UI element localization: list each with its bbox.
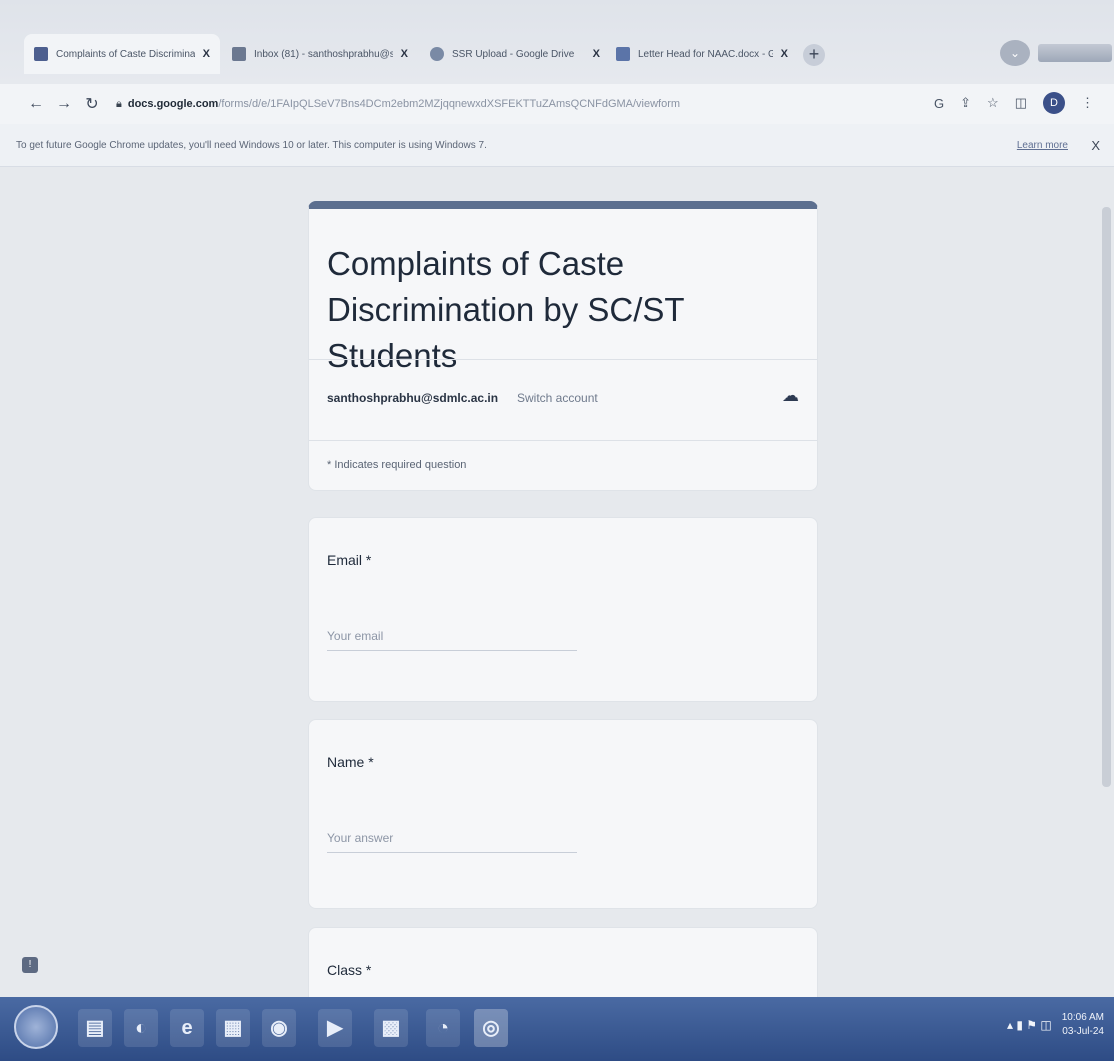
tab-gmail-inbox[interactable]: Inbox (81) - santhoshprabhu@s X — [222, 34, 418, 74]
url-host: docs.google.com — [127, 98, 219, 110]
new-tab-button[interactable]: + — [803, 44, 825, 66]
tab-letter-head-doc[interactable]: Letter Head for NAAC.docx - Go X — [606, 34, 798, 74]
required-marker: * — [365, 552, 372, 568]
required-marker: * — [365, 962, 372, 978]
question-email-card: Email * — [308, 517, 818, 702]
excel-icon[interactable]: ▩ — [374, 1009, 408, 1047]
tab-label: Inbox (81) - santhoshprabhu@s — [254, 48, 393, 60]
tab-close-icon[interactable]: X — [203, 48, 210, 60]
required-marker: * — [368, 754, 374, 770]
question-title: Class — [327, 962, 363, 978]
media-player-icon[interactable]: ▶ — [318, 1009, 352, 1047]
page-scrollbar[interactable] — [1102, 207, 1111, 787]
address-bar[interactable]: 🔒︎ docs.google.com/forms/d/e/1FAIpQLSeV7… — [116, 98, 936, 111]
switch-account-link[interactable]: Switch account — [517, 391, 598, 405]
google-docs-icon — [616, 47, 630, 61]
update-infobar: To get future Google Chrome updates, you… — [0, 124, 1114, 167]
tab-label: Complaints of Caste Discriminati — [56, 48, 195, 60]
question-class-card: Class * — [308, 927, 818, 997]
name-input[interactable] — [327, 824, 577, 853]
tab-search-icon[interactable]: ⌄ — [1000, 40, 1030, 66]
feedback-icon[interactable]: ! — [22, 957, 38, 973]
question-label: Email * — [327, 552, 371, 568]
google-lens-icon[interactable]: G — [934, 96, 944, 111]
internet-explorer-icon[interactable]: e — [170, 1009, 204, 1047]
system-tray: ▴ ▮ ⚑ ◫ 10:06 AM 03-Jul-24 — [1007, 1011, 1104, 1039]
learn-more-link[interactable]: Learn more — [1017, 140, 1068, 151]
clock-time: 10:06 AM — [1061, 1012, 1104, 1023]
media-player-icon[interactable]: ◐ — [124, 1009, 158, 1047]
browser-tab-strip: Complaints of Caste Discriminati X Inbox… — [0, 0, 1114, 84]
reload-icon[interactable]: ↻ — [78, 94, 106, 114]
tab-close-icon[interactable]: X — [401, 48, 408, 60]
infobar-message: To get future Google Chrome updates, you… — [16, 139, 487, 151]
tab-complaints-form[interactable]: Complaints of Caste Discriminati X — [24, 34, 220, 74]
account-row: santhoshprabhu@sdmlc.ac.in Switch accoun… — [309, 359, 817, 441]
tab-close-icon[interactable]: X — [781, 48, 788, 60]
forward-arrow-icon[interactable]: → — [50, 95, 78, 113]
profile-avatar[interactable]: D — [1043, 92, 1065, 114]
tab-google-drive[interactable]: SSR Upload - Google Drive X — [420, 34, 610, 74]
chrome-active-icon[interactable]: ◎ — [474, 1009, 508, 1047]
account-email: santhoshprabhu@sdmlc.ac.in — [327, 391, 499, 405]
word-icon[interactable]: ▦ — [216, 1009, 250, 1047]
clock-date: 03-Jul-24 — [1062, 1026, 1104, 1037]
browser-toolbar: ← → ↻ 🔒︎ docs.google.com/forms/d/e/1FAIp… — [0, 84, 1114, 124]
start-button[interactable] — [14, 1005, 58, 1049]
windows-taskbar: ▤ ◐ e ▦ ◉ ▶ ▩ ◔ ◎ ▴ ▮ ⚑ ◫ 10:06 AM 03-Ju… — [0, 997, 1114, 1061]
google-drive-icon — [430, 47, 444, 61]
form-header-card: Complaints of Caste Discrimination by SC… — [308, 201, 818, 491]
clock[interactable]: 10:06 AM 03-Jul-24 — [1062, 1011, 1104, 1039]
question-label: Class * — [327, 962, 371, 978]
more-menu-icon[interactable]: ⋮ — [1081, 95, 1094, 111]
gmail-icon — [232, 47, 246, 61]
url-path: /forms/d/e/1FAIpQLSeV7Bns4DCm2ebm2MZjqqn… — [218, 98, 681, 110]
paint-icon[interactable]: ◔ — [426, 1009, 460, 1047]
question-label: Name * — [327, 754, 374, 770]
window-controls[interactable] — [1038, 44, 1112, 62]
question-title: Email — [327, 552, 363, 568]
form-page: Complaints of Caste Discrimination by SC… — [0, 167, 1114, 997]
share-icon[interactable]: ⇪ — [960, 95, 971, 111]
required-note: * Indicates required question — [327, 459, 467, 471]
file-explorer-icon[interactable]: ▤ — [78, 1009, 112, 1047]
infobar-close-icon[interactable]: X — [1091, 138, 1100, 153]
tab-close-icon[interactable]: X — [593, 48, 600, 60]
lock-icon: 🔒︎ — [116, 97, 122, 110]
question-name-card: Name * — [308, 719, 818, 909]
back-arrow-icon[interactable]: ← — [22, 95, 50, 113]
question-title: Name — [327, 754, 365, 770]
bookmark-star-icon[interactable]: ☆ — [987, 95, 999, 111]
chrome-icon[interactable]: ◉ — [262, 1009, 296, 1047]
tab-label: SSR Upload - Google Drive — [452, 48, 575, 60]
tab-label: Letter Head for NAAC.docx - Go — [638, 48, 773, 60]
google-forms-icon — [34, 47, 48, 61]
side-panel-icon[interactable]: ◫ — [1015, 95, 1027, 111]
tray-icons[interactable]: ▴ ▮ ⚑ ◫ — [1007, 1018, 1052, 1032]
cloud-saved-icon: ☁︎ — [782, 386, 799, 405]
email-input[interactable] — [327, 622, 577, 651]
toolbar-icons: G ⇪ ☆ ◫ D ⋮ — [934, 92, 1094, 114]
